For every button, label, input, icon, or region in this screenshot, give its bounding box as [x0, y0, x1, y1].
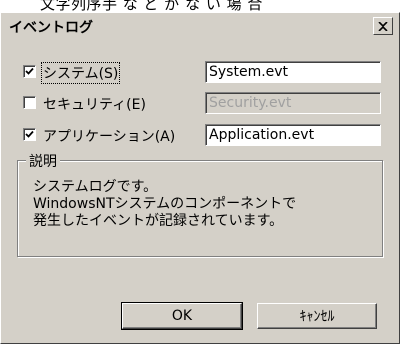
close-icon	[378, 21, 388, 31]
checkmark-icon	[25, 67, 34, 75]
title-bar[interactable]: イベントログ	[3, 15, 397, 37]
application-checkbox[interactable]	[23, 128, 36, 141]
event-log-dialog: イベントログ システム(S) System.evt セキュリティ(E) Secu…	[0, 12, 400, 344]
security-checkbox[interactable]	[23, 96, 36, 109]
description-groupbox: 説明 システムログです。 WindowsNTシステムのコンポーネントで 発生した…	[17, 151, 383, 257]
option-row-security: セキュリティ(E) Security.evt	[1, 91, 400, 115]
cancel-button[interactable]: ｷｬﾝｾﾙ	[257, 303, 377, 329]
description-line: WindowsNTシステムのコンポーネントで	[33, 196, 297, 212]
system-file-field[interactable]: System.evt	[205, 61, 381, 83]
description-line: システムログです。	[33, 179, 158, 195]
description-line: 発生したイベントが記録されています。	[33, 213, 284, 229]
description-text: システムログです。 WindowsNTシステムのコンポーネントで 発生したイベン…	[33, 179, 296, 230]
application-file-field[interactable]: Application.evt	[205, 124, 381, 146]
security-file-field: Security.evt	[205, 92, 381, 114]
application-checkbox-label[interactable]: アプリケーション(A)	[43, 126, 175, 146]
system-checkbox[interactable]	[23, 65, 36, 78]
ok-button[interactable]: OK	[121, 302, 243, 330]
security-checkbox-label[interactable]: セキュリティ(E)	[43, 94, 146, 114]
window-title: イベントログ	[9, 20, 93, 36]
option-row-application: アプリケーション(A) Application.evt	[1, 123, 400, 147]
description-title: 説明	[26, 151, 60, 171]
option-row-system: システム(S) System.evt	[1, 60, 400, 84]
system-checkbox-label[interactable]: システム(S)	[40, 62, 121, 84]
checkmark-icon	[25, 130, 34, 138]
close-button[interactable]	[373, 17, 393, 35]
